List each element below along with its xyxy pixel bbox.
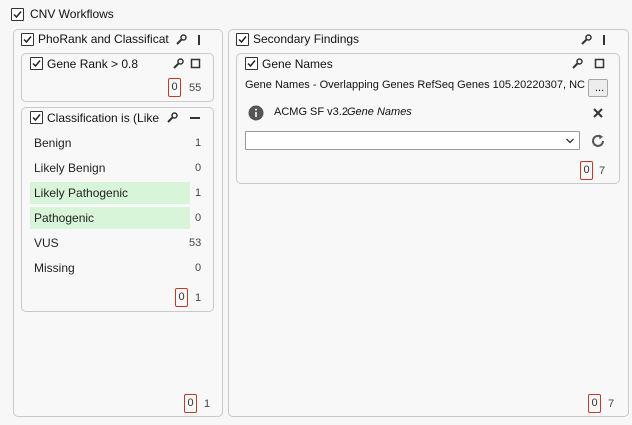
secondary-findings-title: Secondary Findings xyxy=(253,32,360,46)
wrench-icon[interactable] xyxy=(175,34,187,46)
secondary-count: 7 xyxy=(608,398,615,410)
classification-item-count: 0 xyxy=(195,162,202,174)
classification-item-label: Benign xyxy=(34,136,72,150)
classification-item-label: Missing xyxy=(34,261,75,275)
cnv-workflows-checkbox[interactable] xyxy=(11,8,24,21)
chevron-down-icon xyxy=(566,138,574,144)
secondary-findings-checkbox[interactable] xyxy=(236,33,249,46)
classification-checkbox[interactable] xyxy=(30,111,43,124)
gene-rank-count: 55 xyxy=(189,82,202,94)
gene-rank-checkbox[interactable] xyxy=(30,57,43,70)
classification-item[interactable]: Pathogenic xyxy=(30,207,190,229)
minus-icon[interactable] xyxy=(189,112,201,124)
classification-item[interactable]: Likely Pathogenic xyxy=(30,182,190,204)
gene-names-source: Gene Names - Overlapping Genes RefSeq Ge… xyxy=(245,79,585,91)
square-icon[interactable] xyxy=(190,58,202,70)
classification-item-label: Pathogenic xyxy=(34,211,95,225)
classification-item-count: 1 xyxy=(195,187,202,199)
square-icon[interactable] xyxy=(594,58,606,70)
gene-names-count: 7 xyxy=(599,165,606,177)
classification-item[interactable]: Benign xyxy=(30,132,190,154)
cnv-workflows-title: CNV Workflows xyxy=(30,7,114,21)
gene-names-panel xyxy=(236,53,620,184)
kebab-icon[interactable] xyxy=(601,34,607,46)
gene-names-count-box: 0 xyxy=(580,161,593,180)
classification-item[interactable]: Likely Benign xyxy=(30,157,190,179)
classification-item-count: 0 xyxy=(195,262,202,274)
kebab-icon[interactable] xyxy=(196,34,202,46)
wrench-icon[interactable] xyxy=(571,58,583,70)
classification-item[interactable]: Missing xyxy=(30,257,190,279)
secondary-count-box: 0 xyxy=(588,394,601,413)
classification-title: Classification is (Like xyxy=(47,111,160,125)
classification-item-label: VUS xyxy=(34,236,59,250)
classification-item-label: Likely Pathogenic xyxy=(34,186,129,200)
gene-rank-title: Gene Rank > 0.8 xyxy=(47,57,139,71)
classification-item-count: 0 xyxy=(195,212,202,224)
phorank-checkbox[interactable] xyxy=(21,33,34,46)
gene-names-checkbox[interactable] xyxy=(245,57,258,70)
wrench-icon[interactable] xyxy=(172,58,184,70)
gene-names-title: Gene Names xyxy=(262,57,333,71)
phorank-count: 1 xyxy=(204,398,211,410)
wrench-icon[interactable] xyxy=(166,112,178,124)
classification-count: 1 xyxy=(195,292,202,304)
gene-rank-count-box: 0 xyxy=(168,78,181,97)
filter-field: Gene Names xyxy=(347,106,412,118)
info-icon xyxy=(248,105,264,121)
classification-item-label: Likely Benign xyxy=(34,161,106,175)
classification-item-count: 1 xyxy=(195,137,202,149)
phorank-count-box: 0 xyxy=(184,394,197,413)
phorank-title: PhoRank and Classificat xyxy=(38,32,169,46)
refresh-icon[interactable] xyxy=(590,133,606,149)
classification-item[interactable]: VUS xyxy=(30,232,190,254)
classification-count-box: 0 xyxy=(175,288,188,307)
close-icon[interactable] xyxy=(592,107,604,119)
classification-item-count: 53 xyxy=(189,237,202,249)
wrench-icon[interactable] xyxy=(580,34,592,46)
filter-name: ACMG SF v3.2 xyxy=(274,106,348,118)
gene-names-select[interactable] xyxy=(245,131,580,150)
browse-button[interactable]: ... xyxy=(588,79,608,97)
